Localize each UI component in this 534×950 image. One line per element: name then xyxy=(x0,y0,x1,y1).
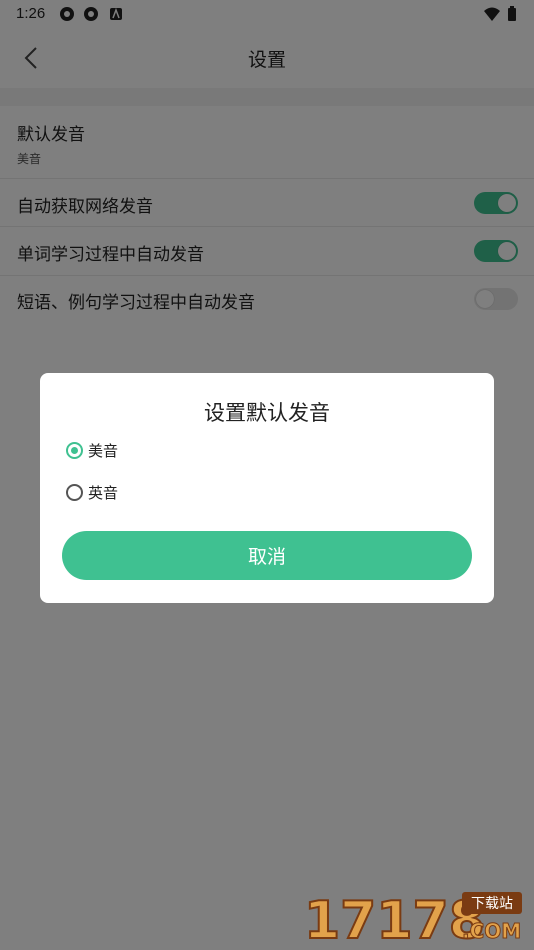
dialog-title: 设置默认发音 xyxy=(204,401,330,425)
option-british-label: 英音 xyxy=(88,483,119,502)
radio-unchecked-icon[interactable] xyxy=(66,483,83,501)
watermark-badge: 下载站 xyxy=(471,896,513,912)
radio-checked-icon[interactable] xyxy=(66,441,83,459)
watermark-suffix: .COM xyxy=(462,919,521,943)
watermark-logo: 17178 下载站 .COM xyxy=(303,890,522,944)
watermark-number: 17178 xyxy=(304,891,485,944)
option-british[interactable]: 英音 xyxy=(66,480,118,504)
cancel-button[interactable]: 取消 xyxy=(62,531,472,580)
default-pronunciation-dialog: 设置默认发音 美音 英音 取消 xyxy=(40,373,494,603)
option-american-label: 美音 xyxy=(88,441,119,460)
option-american[interactable]: 美音 xyxy=(66,438,118,462)
